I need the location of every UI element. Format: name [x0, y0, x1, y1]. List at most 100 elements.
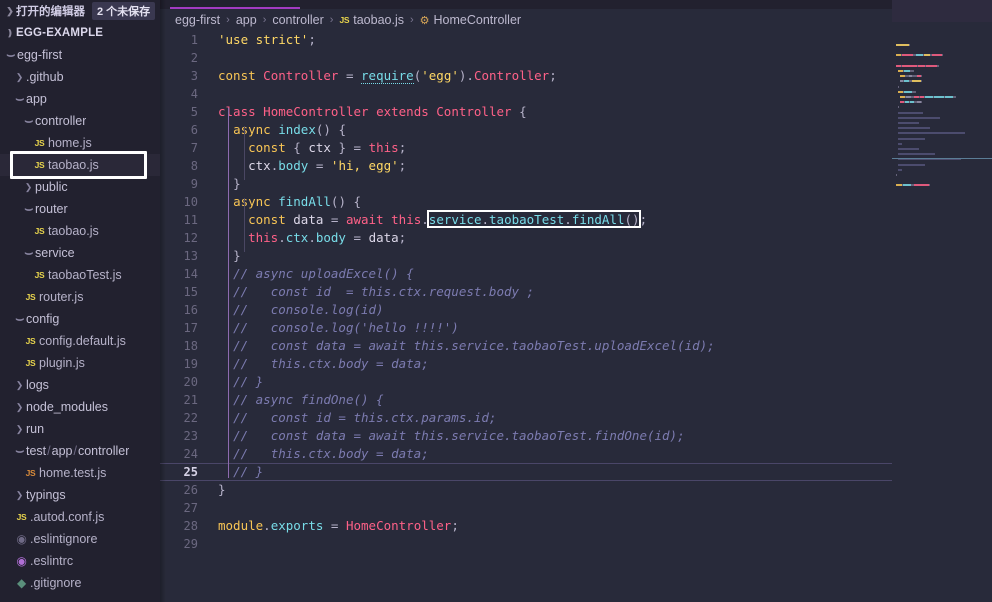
line-number: 24 [183, 447, 198, 461]
tree-file-row[interactable]: JS taobao.js [0, 154, 160, 176]
file-tree[interactable]: ❫ egg-first ❯ .github ❫ app ❫ controller JS home.… [0, 44, 160, 594]
tree-item-label: .eslintignore [30, 532, 98, 546]
tree-item-label: egg-first [17, 48, 63, 62]
tree-folder-row[interactable]: ❯ typings [0, 484, 160, 506]
tree-file-row[interactable]: JS taobaoTest.js [0, 264, 160, 286]
tree-folder-row[interactable]: ❯ public [0, 176, 160, 198]
code-line[interactable]: 2 [160, 49, 992, 67]
code-line[interactable]: 1 'use strict'; [160, 31, 992, 49]
explorer-sidebar[interactable]: ❯ 打开的编辑器 2 个未保存 ❫ EGG-EXAMPLE ❫ egg-first… [0, 0, 160, 602]
code-line[interactable]: 25 // } [160, 463, 992, 481]
code-line[interactable]: 7 const { ctx } = this; [160, 139, 992, 157]
tree-file-row[interactable]: JS home.test.js [0, 462, 160, 484]
cfg-p-file-icon: ◉ [16, 554, 27, 568]
tree-item-label: app [26, 92, 47, 106]
minimap-line [898, 95, 900, 109]
breadcrumb-item[interactable]: taobao.js [353, 13, 404, 27]
minimap[interactable] [892, 0, 992, 602]
minimap-token [937, 64, 940, 67]
tree-file-row[interactable]: JS taobao.js [0, 220, 160, 242]
tree-file-row[interactable]: JS home.js [0, 132, 160, 154]
tree-file-row[interactable]: JS plugin.js [0, 352, 160, 374]
line-number: 25 [183, 465, 198, 479]
code-line[interactable]: 21 // async findOne() { [160, 391, 992, 409]
code-line[interactable]: 11 const data = await this.service.taoba… [160, 211, 992, 229]
tree-folder-row[interactable]: ❫ controller [0, 110, 160, 132]
open-editors-header[interactable]: ❯ 打开的编辑器 2 个未保存 [0, 0, 160, 22]
code-editor[interactable]: 1'use strict'; 2 3 const Controller = requi… [160, 31, 992, 602]
code-line[interactable]: 6 async index() { [160, 121, 992, 139]
code-line[interactable]: 23 // const data = await this.service.ta… [160, 427, 992, 445]
tree-folder-row[interactable]: ❫ router [0, 198, 160, 220]
tree-folder-row[interactable]: ❯ .github [0, 66, 160, 88]
line-number: 22 [183, 411, 198, 425]
code-line[interactable]: 3 const Controller = require('egg').Contr… [160, 67, 992, 85]
tree-file-row[interactable]: JS .autod.conf.js [0, 506, 160, 528]
tree-folder-row[interactable]: ❯ node_modules [0, 396, 160, 418]
tree-item-label: node_modules [26, 400, 109, 414]
minimap-line [900, 90, 923, 104]
breadcrumb[interactable]: egg-first › app › controller › JS taobao.js › ⚙ Ho… [160, 9, 992, 31]
minimap-token [933, 96, 945, 98]
code-line[interactable]: 4 [160, 85, 992, 103]
code-line[interactable]: 15 // const id = this.ctx.request.body ; [160, 283, 992, 301]
code-line[interactable]: 8 ctx.body = 'hi, egg'; [160, 157, 992, 175]
code-line[interactable]: 10 async findAll() { [160, 193, 992, 211]
tree-folder-row[interactable]: ❫ config [0, 308, 160, 330]
code-line[interactable]: 27 [160, 499, 992, 517]
code-line[interactable]: 26} [160, 481, 992, 499]
code-line[interactable]: 29 [160, 535, 992, 553]
minimap-line [898, 147, 962, 161]
code-line[interactable]: 20 // } [160, 373, 992, 391]
tree-folder-row[interactable]: ❫ egg-first [0, 44, 160, 66]
code-line[interactable]: 5 class HomeController extends Controller… [160, 103, 992, 121]
tree-folder-row[interactable]: ❫ app [0, 88, 160, 110]
tree-item-label: taobaoTest.js [48, 268, 122, 282]
code-line[interactable]: 13 } [160, 247, 992, 265]
breadcrumb-item[interactable]: HomeController [434, 13, 522, 27]
line-number: 9 [190, 177, 198, 191]
code-line[interactable]: 9 } [160, 175, 992, 193]
code-line[interactable]: 28 module.exports = HomeController; [160, 517, 992, 535]
line-text: module.exports = HomeController; [218, 518, 459, 533]
code-line[interactable]: 12 this.ctx.body = data; [160, 229, 992, 247]
line-text: // console.log('hello !!!!') [233, 320, 459, 335]
editor-tab-strip[interactable] [160, 0, 992, 9]
line-number: 10 [183, 195, 198, 209]
code-line[interactable]: 14 // async uploadExcel() { [160, 265, 992, 283]
minimap-line [898, 153, 926, 166]
line-text: const Controller = require('egg').Contro… [218, 68, 557, 84]
tree-folder-row[interactable]: ❫ service [0, 242, 160, 264]
tree-item-label: run [26, 422, 45, 436]
line-text: class HomeController extends Controller … [218, 104, 527, 119]
breadcrumb-item[interactable]: controller [272, 13, 323, 27]
minimap-line [898, 137, 920, 150]
tree-file-row[interactable]: JS router.js [0, 286, 160, 308]
code-line[interactable]: 18 // const data = await this.service.ta… [160, 337, 992, 355]
tree-folder-row[interactable]: ❫ test/app/controller [0, 440, 160, 462]
minimap-line [896, 173, 930, 187]
breadcrumb-item[interactable]: egg-first [175, 13, 220, 27]
code-line[interactable]: 22 // const id = this.ctx.params.id; [160, 409, 992, 427]
indent-guide [244, 198, 245, 252]
tree-file-row[interactable]: ◆ .gitignore [0, 572, 160, 594]
tree-file-row[interactable]: ◉ .eslintignore [0, 528, 160, 550]
minimap-line [900, 64, 923, 78]
line-number: 3 [190, 69, 198, 83]
tree-folder-row[interactable]: ❯ run [0, 418, 160, 440]
code-line[interactable]: 16 // console.log(id) [160, 301, 992, 319]
chevron-down-icon: ❫ [24, 117, 34, 125]
tree-file-row[interactable]: JS config.default.js [0, 330, 160, 352]
tree-folder-row[interactable]: ❯ logs [0, 374, 160, 396]
tree-item-label: taobao.js [48, 224, 99, 238]
breadcrumb-item[interactable]: app [236, 13, 257, 27]
code-line[interactable]: 17 // console.log('hello !!!!') [160, 319, 992, 337]
minimap-token [921, 75, 923, 78]
minimap-token [898, 163, 926, 166]
code-line[interactable]: 19 // this.ctx.body = data; [160, 355, 992, 373]
tree-file-row[interactable]: ◉ .eslintrc [0, 550, 160, 572]
line-number: 2 [190, 51, 198, 65]
tree-item-label: router.js [39, 290, 84, 304]
code-line[interactable]: 24 // this.ctx.body = data; [160, 445, 992, 463]
workspace-root-row[interactable]: ❫ EGG-EXAMPLE [0, 22, 160, 44]
